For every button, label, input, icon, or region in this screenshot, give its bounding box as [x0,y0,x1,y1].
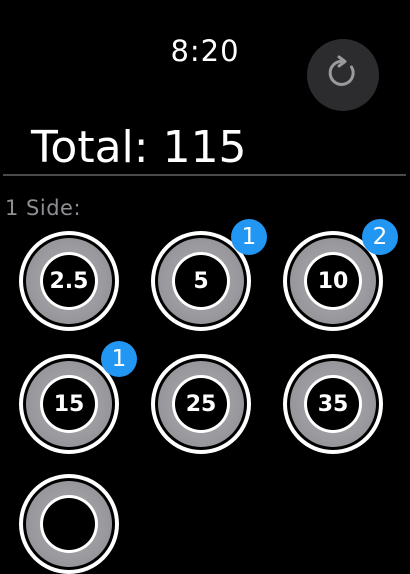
plate-value: 5 [175,255,227,307]
plate-value: 15 [43,378,95,430]
plate-button-25[interactable]: 25 [151,354,251,454]
plate-value: 35 [307,378,359,430]
plate-count-badge: 1 [101,341,137,377]
plate-button-2-5[interactable]: 2.5 [19,231,119,331]
plate-count-badge: 2 [362,219,398,255]
plate-value: 25 [175,378,227,430]
plate-button-partial[interactable] [19,474,119,574]
section-label: 1 Side: [5,196,82,220]
reset-button[interactable] [307,39,379,111]
plate-count-badge: 1 [231,219,267,255]
plate-value: 10 [307,255,359,307]
plate-button-35[interactable]: 35 [283,354,383,454]
total-weight: Total: 115 [31,122,247,173]
refresh-icon [324,54,362,96]
plate-value: 2.5 [43,255,95,307]
divider [3,174,406,176]
plate-value [43,498,95,550]
